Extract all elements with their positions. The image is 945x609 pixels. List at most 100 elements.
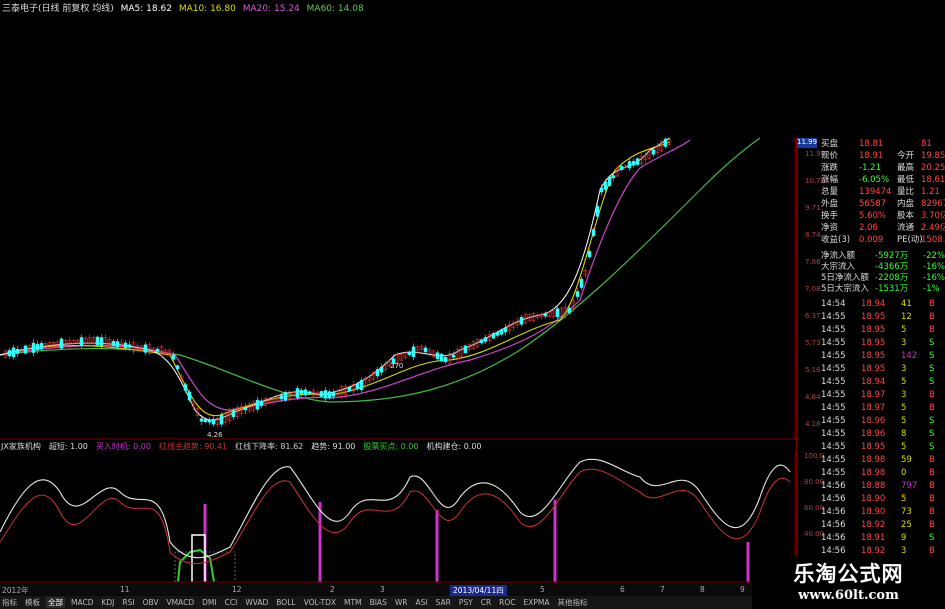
tab-全部[interactable]: 全部	[46, 597, 65, 608]
tick-time: 14:55	[821, 364, 846, 374]
tab-KDJ[interactable]: KDJ	[99, 598, 116, 607]
tick-row[interactable]: 14:55 18.95 3 S	[797, 337, 945, 350]
tick-volume: 5	[901, 416, 907, 426]
candle-body	[299, 390, 304, 394]
watermark-url: www.60lt.com	[798, 588, 899, 603]
tick-row[interactable]: 14:55 18.95 5 S	[797, 441, 945, 454]
tick-price: 18.96	[861, 416, 886, 426]
tick-row[interactable]: 14:54 18.94 41 B	[797, 298, 945, 311]
flow-label: 5日大宗流入	[821, 284, 869, 294]
tick-row[interactable]: 14:55 18.97 5 B	[797, 402, 945, 415]
candle-body	[347, 386, 352, 392]
tab-VOL-TDX[interactable]: VOL-TDX	[302, 598, 338, 607]
quote-cell: 收益(3)	[821, 235, 851, 245]
candle-body	[603, 181, 608, 190]
tab-ROC[interactable]: ROC	[497, 598, 517, 607]
tick-side: S	[929, 416, 935, 426]
tab-CR[interactable]: CR	[479, 598, 493, 607]
tab-其他指标[interactable]: 其他指标	[556, 597, 590, 608]
tick-time: 14:56	[821, 507, 846, 517]
candle-body	[595, 206, 600, 217]
tick-row[interactable]: 14:55 18.95 3 S	[797, 363, 945, 376]
watermark-title: 乐淘公式网	[793, 562, 904, 586]
tab-SAR[interactable]: SAR	[434, 598, 453, 607]
candle-body	[439, 353, 444, 362]
indicator-label: 红线主趋势: 90.41	[158, 442, 228, 451]
tab-OBV[interactable]: OBV	[141, 598, 161, 607]
candle-body	[355, 383, 360, 389]
tick-price: 18.88	[861, 481, 886, 491]
indicator-label: 机构建仓: 0.00	[426, 442, 482, 451]
tick-volume: 9	[901, 533, 907, 543]
candle-body	[567, 307, 572, 313]
tick-row[interactable]: 14:55 18.95 142 S	[797, 350, 945, 363]
tick-price: 18.95	[861, 351, 886, 361]
tab-WR[interactable]: WR	[393, 598, 410, 607]
tick-price: 18.98	[861, 455, 886, 465]
indicator-chart[interactable]	[0, 452, 796, 584]
tick-volume: 3	[901, 364, 907, 374]
candle-body	[379, 366, 384, 373]
indicator-label: 买入时机: 0.00	[95, 442, 151, 451]
flow-value: -1531万	[875, 284, 909, 294]
date-label: 2013/04/11四	[450, 585, 507, 596]
candle-body	[619, 166, 624, 170]
tick-row[interactable]: 14:55 18.94 5 S	[797, 376, 945, 389]
tick-row[interactable]: 14:55 18.97 3 B	[797, 389, 945, 402]
tab-WVAD[interactable]: WVAD	[243, 598, 270, 607]
tick-side: S	[929, 338, 935, 348]
tick-row[interactable]: 14:56 18.91 9 S	[797, 532, 945, 545]
date-label: 3	[380, 585, 385, 594]
candle-body	[303, 389, 308, 396]
tick-row[interactable]: 14:55 18.96 5 S	[797, 415, 945, 428]
candle-body	[435, 352, 440, 359]
tick-row[interactable]: 14:55 18.95 12 B	[797, 311, 945, 324]
candle-body	[331, 392, 336, 397]
tick-side: S	[929, 429, 935, 439]
tick-row[interactable]: 14:55 18.95 5 B	[797, 324, 945, 337]
tab-DMI[interactable]: DMI	[200, 598, 218, 607]
tick-time: 14:54	[821, 299, 846, 309]
tab-PSY[interactable]: PSY	[457, 598, 475, 607]
candle-body	[15, 349, 20, 354]
candle-body	[79, 337, 84, 346]
candle-body	[111, 340, 116, 347]
price-chart[interactable]: 4.26 270	[0, 10, 796, 440]
candle-body	[199, 418, 204, 422]
tab-ASI[interactable]: ASI	[413, 598, 429, 607]
tab-EXPMA[interactable]: EXPMA	[522, 598, 552, 607]
tick-row[interactable]: 14:56 18.90 5 B	[797, 493, 945, 506]
candle-body	[499, 329, 504, 335]
tab-MACD[interactable]: MACD	[69, 598, 95, 607]
tick-row[interactable]: 14:55 18.98 59 B	[797, 454, 945, 467]
tab-VMACD[interactable]: VMACD	[165, 598, 197, 607]
tick-row[interactable]: 14:56 18.92 25 B	[797, 519, 945, 532]
tick-row[interactable]: 14:56 18.90 73 B	[797, 506, 945, 519]
tick-time: 14:55	[821, 403, 846, 413]
tab-BIAS[interactable]: BIAS	[368, 598, 389, 607]
candle-body	[95, 336, 100, 346]
tab-CCI[interactable]: CCI	[223, 598, 240, 607]
candle-body	[607, 176, 612, 186]
tick-side: B	[929, 455, 935, 465]
tick-time: 14:56	[821, 520, 846, 530]
tick-row[interactable]: 14:55 18.96 8 S	[797, 428, 945, 441]
tick-row[interactable]: 14:56 18.88 797 B	[797, 480, 945, 493]
tick-volume: 5	[901, 325, 907, 335]
candle-body	[635, 158, 640, 165]
tick-volume: 5	[901, 442, 907, 452]
tab-RSI[interactable]: RSI	[120, 598, 136, 607]
tick-row[interactable]: 14:55 18.98 0 B	[797, 467, 945, 480]
tab-模板[interactable]: 模板	[23, 597, 42, 608]
date-label: 12	[232, 585, 242, 594]
tab-MTM[interactable]: MTM	[342, 598, 364, 607]
tick-price: 18.95	[861, 312, 886, 322]
candle-body	[31, 342, 36, 353]
tick-price: 18.91	[861, 533, 886, 543]
tick-price: 18.94	[861, 377, 886, 387]
candle-body	[39, 343, 44, 349]
tab-BOLL[interactable]: BOLL	[274, 598, 297, 607]
tab-指标[interactable]: 指标	[0, 597, 19, 608]
tick-volume: 3	[901, 390, 907, 400]
tick-volume: 41	[901, 299, 912, 309]
